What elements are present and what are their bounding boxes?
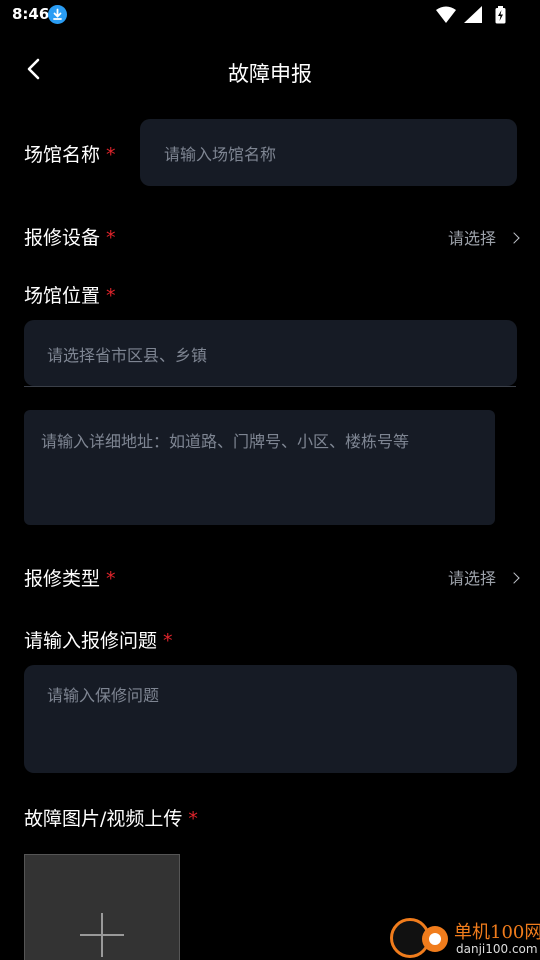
required-mark: * — [106, 285, 116, 307]
signal-icon — [464, 6, 482, 23]
address-textarea[interactable]: 请输入详细地址：如道路、门牌号、小区、楼栋号等 — [24, 410, 495, 525]
equipment-select-text: 请选择 — [447, 229, 496, 248]
venue-name-placeholder: 请输入场馆名称 — [164, 145, 277, 164]
watermark-dot-icon — [422, 926, 448, 952]
status-bar: 8:46 — [0, 0, 540, 30]
divider — [24, 386, 516, 387]
download-icon — [48, 5, 67, 24]
watermark-name: 单机100网 — [454, 922, 540, 943]
problem-textarea[interactable]: 请输入保修问题 — [24, 665, 517, 773]
region-placeholder: 请选择省市区县、乡镇 — [47, 346, 208, 365]
venue-name-label: 场馆名称 * — [24, 144, 116, 166]
repair-type-label: 报修类型 * — [24, 568, 116, 590]
required-mark: * — [106, 144, 116, 166]
upload-label: 故障图片/视频上传 * — [24, 808, 198, 830]
repair-type-select-text: 请选择 — [447, 569, 496, 588]
wifi-icon — [436, 6, 456, 23]
chevron-right-icon — [508, 232, 520, 244]
problem-placeholder: 请输入保修问题 — [47, 686, 160, 705]
upload-button[interactable] — [24, 854, 180, 960]
required-mark: * — [106, 568, 116, 590]
equipment-select[interactable]: 请选择 — [447, 225, 520, 249]
chevron-right-icon — [508, 572, 520, 584]
repair-type-select[interactable]: 请选择 — [447, 565, 520, 589]
equipment-label: 报修设备 * — [24, 227, 116, 249]
battery-icon — [495, 6, 506, 24]
address-placeholder: 请输入详细地址：如道路、门牌号、小区、楼栋号等 — [41, 432, 410, 451]
problem-label: 请输入报修问题 * — [24, 630, 173, 652]
required-mark: * — [106, 227, 116, 249]
nav-bar: 故障申报 — [0, 40, 540, 104]
watermark-logo: 单机100网 danji100.com — [390, 914, 540, 960]
region-select[interactable]: 请选择省市区县、乡镇 — [24, 320, 517, 386]
location-label: 场馆位置 * — [24, 285, 116, 307]
venue-name-input[interactable]: 请输入场馆名称 — [140, 119, 517, 186]
watermark-url: danji100.com — [456, 942, 538, 956]
required-mark: * — [163, 630, 173, 652]
required-mark: * — [188, 808, 198, 830]
status-time: 8:46 — [12, 5, 50, 23]
page-title: 故障申报 — [228, 62, 312, 86]
